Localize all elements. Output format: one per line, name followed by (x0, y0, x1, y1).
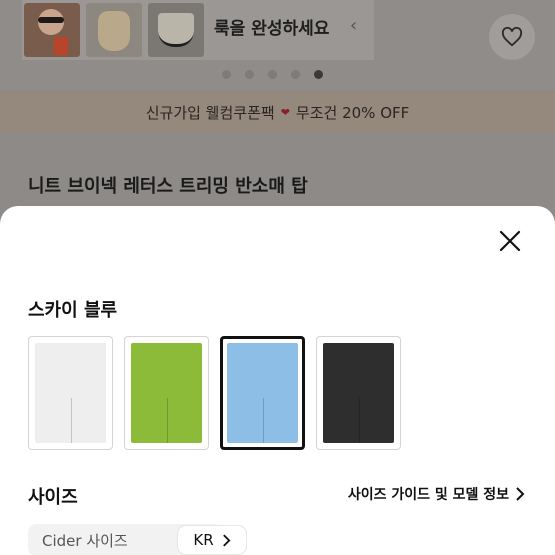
carousel-dots (222, 70, 323, 79)
chevron-left-icon[interactable]: ‹ (350, 15, 357, 36)
look-thumbnail[interactable] (86, 3, 142, 57)
swatch-fabric (227, 343, 298, 443)
close-button[interactable] (495, 226, 525, 256)
carousel-dot[interactable] (291, 70, 300, 79)
heart-icon (501, 27, 523, 47)
carousel-dot-active[interactable] (314, 70, 323, 79)
banner-text-right: 무조건 20% OFF (295, 103, 410, 122)
swatch-fabric (131, 343, 202, 443)
carousel-dot[interactable] (245, 70, 254, 79)
color-swatches (28, 336, 401, 450)
color-swatch-green[interactable] (124, 336, 209, 450)
look-promo-title: 룩을 완성하세요 (214, 19, 330, 39)
color-swatch-black[interactable] (316, 336, 401, 450)
selected-color-name: 스카이 블루 (28, 300, 118, 321)
look-thumbnail[interactable] (24, 3, 80, 57)
region-size-button[interactable]: KR (178, 526, 246, 554)
wishlist-button[interactable] (489, 14, 535, 60)
product-title: 니트 브이넥 레터스 트리밍 반소매 탑 (28, 176, 308, 197)
color-swatch-white[interactable] (28, 336, 113, 450)
region-label: KR (193, 531, 214, 549)
welcome-coupon-banner[interactable]: 신규가입 웰컴쿠폰팩 ❤ 무조건 20% OFF (0, 92, 555, 132)
cider-size-selector: Cider 사이즈 KR (28, 524, 246, 555)
cider-size-label: Cider 사이즈 (42, 531, 128, 550)
banner-text-left: 신규가입 웰컴쿠폰팩 (145, 103, 275, 122)
carousel-dot[interactable] (222, 70, 231, 79)
heart-icon: ❤ (280, 105, 290, 119)
color-swatch-sky-blue[interactable] (220, 336, 305, 450)
swatch-fabric (323, 343, 394, 443)
chevron-right-icon (516, 487, 525, 501)
look-thumbnail[interactable] (148, 3, 204, 57)
chevron-right-icon (222, 533, 231, 547)
close-icon (499, 230, 521, 252)
look-carousel: 룩을 완성하세요 ‹ (0, 0, 555, 90)
option-bottom-sheet: 스카이 블루 사이즈 사이즈 가이드 및 모델 정보 Cider 사이즈 KR (0, 206, 555, 555)
size-guide-link[interactable]: 사이즈 가이드 및 모델 정보 (348, 484, 525, 504)
carousel-dot[interactable] (268, 70, 277, 79)
size-guide-label: 사이즈 가이드 및 모델 정보 (347, 487, 509, 503)
size-section-label: 사이즈 (28, 487, 78, 508)
swatch-fabric (35, 343, 106, 443)
